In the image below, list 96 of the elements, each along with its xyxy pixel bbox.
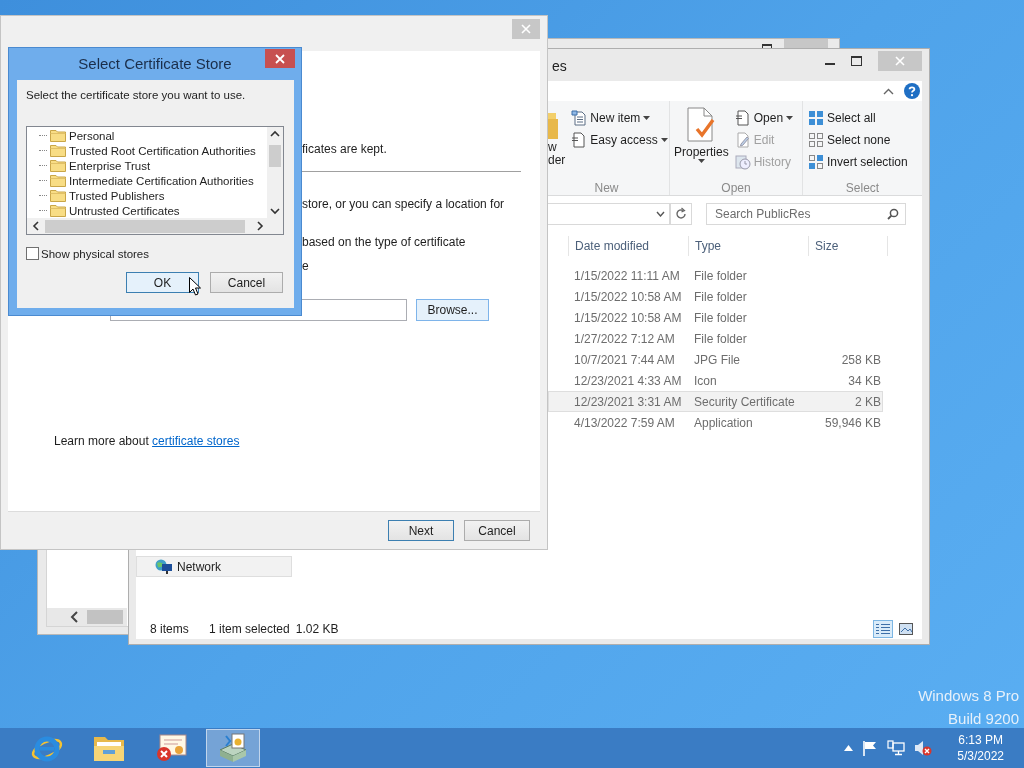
- speaker-muted-icon[interactable]: [914, 740, 933, 756]
- item-count: 8 items: [150, 622, 190, 636]
- watermark-text: Build 9200: [948, 709, 1019, 729]
- nav-item[interactable]: Network: [136, 556, 292, 577]
- tree-item[interactable]: Trusted Publishers: [39, 188, 267, 203]
- group-label: Select: [844, 181, 881, 195]
- folder-icon: [50, 144, 66, 157]
- option-label: e: [302, 259, 309, 274]
- file-row[interactable]: 12/23/2021 4:33 AM Icon 34 KB: [548, 370, 883, 391]
- caret-icon: [643, 116, 651, 120]
- view-button[interactable]: [896, 620, 916, 638]
- caret-icon: [660, 138, 668, 142]
- certificate-error-icon: [154, 732, 188, 764]
- file-row[interactable]: 10/7/2021 7:44 AM JPG File 258 KB: [548, 349, 883, 370]
- tree-item[interactable]: Untrusted Certificates: [39, 203, 267, 218]
- new-document-icon: [571, 110, 588, 126]
- ribbon-button[interactable]: New item: [571, 107, 668, 129]
- group-label: Open: [720, 181, 752, 195]
- file-row[interactable]: 1/15/2022 11:11 AM File folder: [548, 265, 883, 286]
- close-icon: [895, 56, 905, 66]
- dialog-title: Select Certificate Store: [78, 55, 232, 72]
- browse-button[interactable]: Browse...: [416, 299, 489, 321]
- details-list-icon: [876, 623, 890, 635]
- ribbon-button[interactable]: Select all: [808, 107, 908, 129]
- certificate-stores-link[interactable]: certificate stores: [152, 434, 240, 448]
- prompt-text: Select the certificate store you want to use.: [26, 89, 247, 101]
- wizard-button[interactable]: Next: [388, 520, 454, 541]
- ribbon-button[interactable]: Select none: [808, 129, 908, 151]
- checkbox-label: Show physical stores: [41, 247, 150, 260]
- column-header[interactable]: Date modified: [568, 236, 688, 256]
- maximize-icon[interactable]: [851, 56, 862, 66]
- caret-icon: [697, 159, 705, 163]
- file-row[interactable]: 12/23/2021 3:31 AM Security Certificate 2 KB: [548, 391, 883, 412]
- learn-more-text: Learn more about certificate stores: [54, 434, 240, 448]
- dialog-button[interactable]: OK: [126, 272, 199, 293]
- image-icon: [899, 623, 913, 635]
- flag-icon[interactable]: [862, 740, 879, 756]
- scroll-thumb[interactable]: [269, 145, 281, 167]
- folder-icon: [50, 129, 66, 142]
- description-text: ficates are kept.: [302, 142, 387, 157]
- maximize-icon[interactable]: [762, 44, 772, 48]
- pencil-document-icon: [734, 132, 751, 148]
- taskbar-button[interactable]: [206, 729, 260, 767]
- outline-grid-icon: [808, 132, 824, 148]
- file-row[interactable]: 1/15/2022 10:58 AM File folder: [548, 286, 883, 307]
- folder-icon: [50, 204, 66, 217]
- column-header[interactable]: Size: [808, 236, 888, 256]
- clock-icon: [734, 154, 751, 170]
- scroll-thumb[interactable]: [45, 219, 245, 233]
- network-icon[interactable]: [887, 740, 906, 756]
- group-label: New: [593, 181, 620, 195]
- tree-item[interactable]: Trusted Root Certification Authorities: [39, 143, 267, 158]
- description-text: store, or you can specify a location for: [302, 197, 505, 212]
- column-header[interactable]: Type: [688, 236, 808, 256]
- clock[interactable]: 6:13 PM 5/3/2022: [957, 732, 1004, 764]
- selection-info: 1 item selected: [209, 622, 290, 636]
- ribbon-button[interactable]: Invert selection: [808, 151, 908, 173]
- show-hidden-icons-button[interactable]: [844, 745, 854, 751]
- dropdown-caret-icon[interactable]: [656, 211, 665, 217]
- tree-item[interactable]: Enterprise Trust: [39, 158, 267, 173]
- file-row[interactable]: 1/15/2022 10:58 AM File folder: [548, 307, 883, 328]
- search-icon[interactable]: [887, 208, 899, 220]
- caret-icon: [786, 116, 794, 120]
- page-icon: [734, 110, 751, 126]
- file-row[interactable]: 1/27/2022 7:12 AM File folder: [548, 328, 883, 349]
- ribbon-large-button[interactable]: w der: [548, 107, 566, 178]
- selection-size: 1.02 KB: [295, 622, 339, 636]
- option-label: based on the type of certificate: [302, 235, 466, 250]
- help-icon[interactable]: [904, 83, 920, 99]
- scroll-thumb[interactable]: [87, 610, 123, 624]
- window-title: es: [552, 58, 567, 75]
- collapse-caret-icon[interactable]: [883, 87, 894, 95]
- dialog-button[interactable]: Cancel: [210, 272, 283, 293]
- wizard-button[interactable]: Cancel: [464, 520, 530, 541]
- search-field[interactable]: Search PublicRes: [706, 203, 906, 225]
- ribbon-button[interactable]: Open: [734, 107, 794, 129]
- tree-item[interactable]: Intermediate Certification Authorities: [39, 173, 267, 188]
- folder-icon: [50, 159, 66, 172]
- ribbon-button[interactable]: Easy access: [571, 129, 668, 151]
- folder-icon: [50, 174, 66, 187]
- folder-icon: [50, 189, 66, 202]
- document-icon: [571, 132, 588, 148]
- tree-item[interactable]: Personal: [39, 128, 267, 143]
- close-icon: [521, 24, 531, 34]
- filled-grid-icon: [808, 110, 824, 126]
- close-icon: [275, 53, 285, 64]
- view-button[interactable]: [873, 620, 893, 638]
- ribbon-large-button[interactable]: Properties: [674, 107, 729, 178]
- network-globe-icon: [155, 558, 173, 575]
- watermark-text: Windows 8 Pro: [918, 686, 1019, 706]
- mouse-cursor-icon: [189, 277, 201, 296]
- checkbox[interactable]: [26, 247, 39, 260]
- mixed-grid-icon: [808, 154, 824, 170]
- file-row[interactable]: 4/13/2022 7:59 AM Application 59,946 KB: [548, 412, 883, 433]
- close-button[interactable]: [265, 49, 295, 68]
- refresh-button[interactable]: [670, 203, 692, 225]
